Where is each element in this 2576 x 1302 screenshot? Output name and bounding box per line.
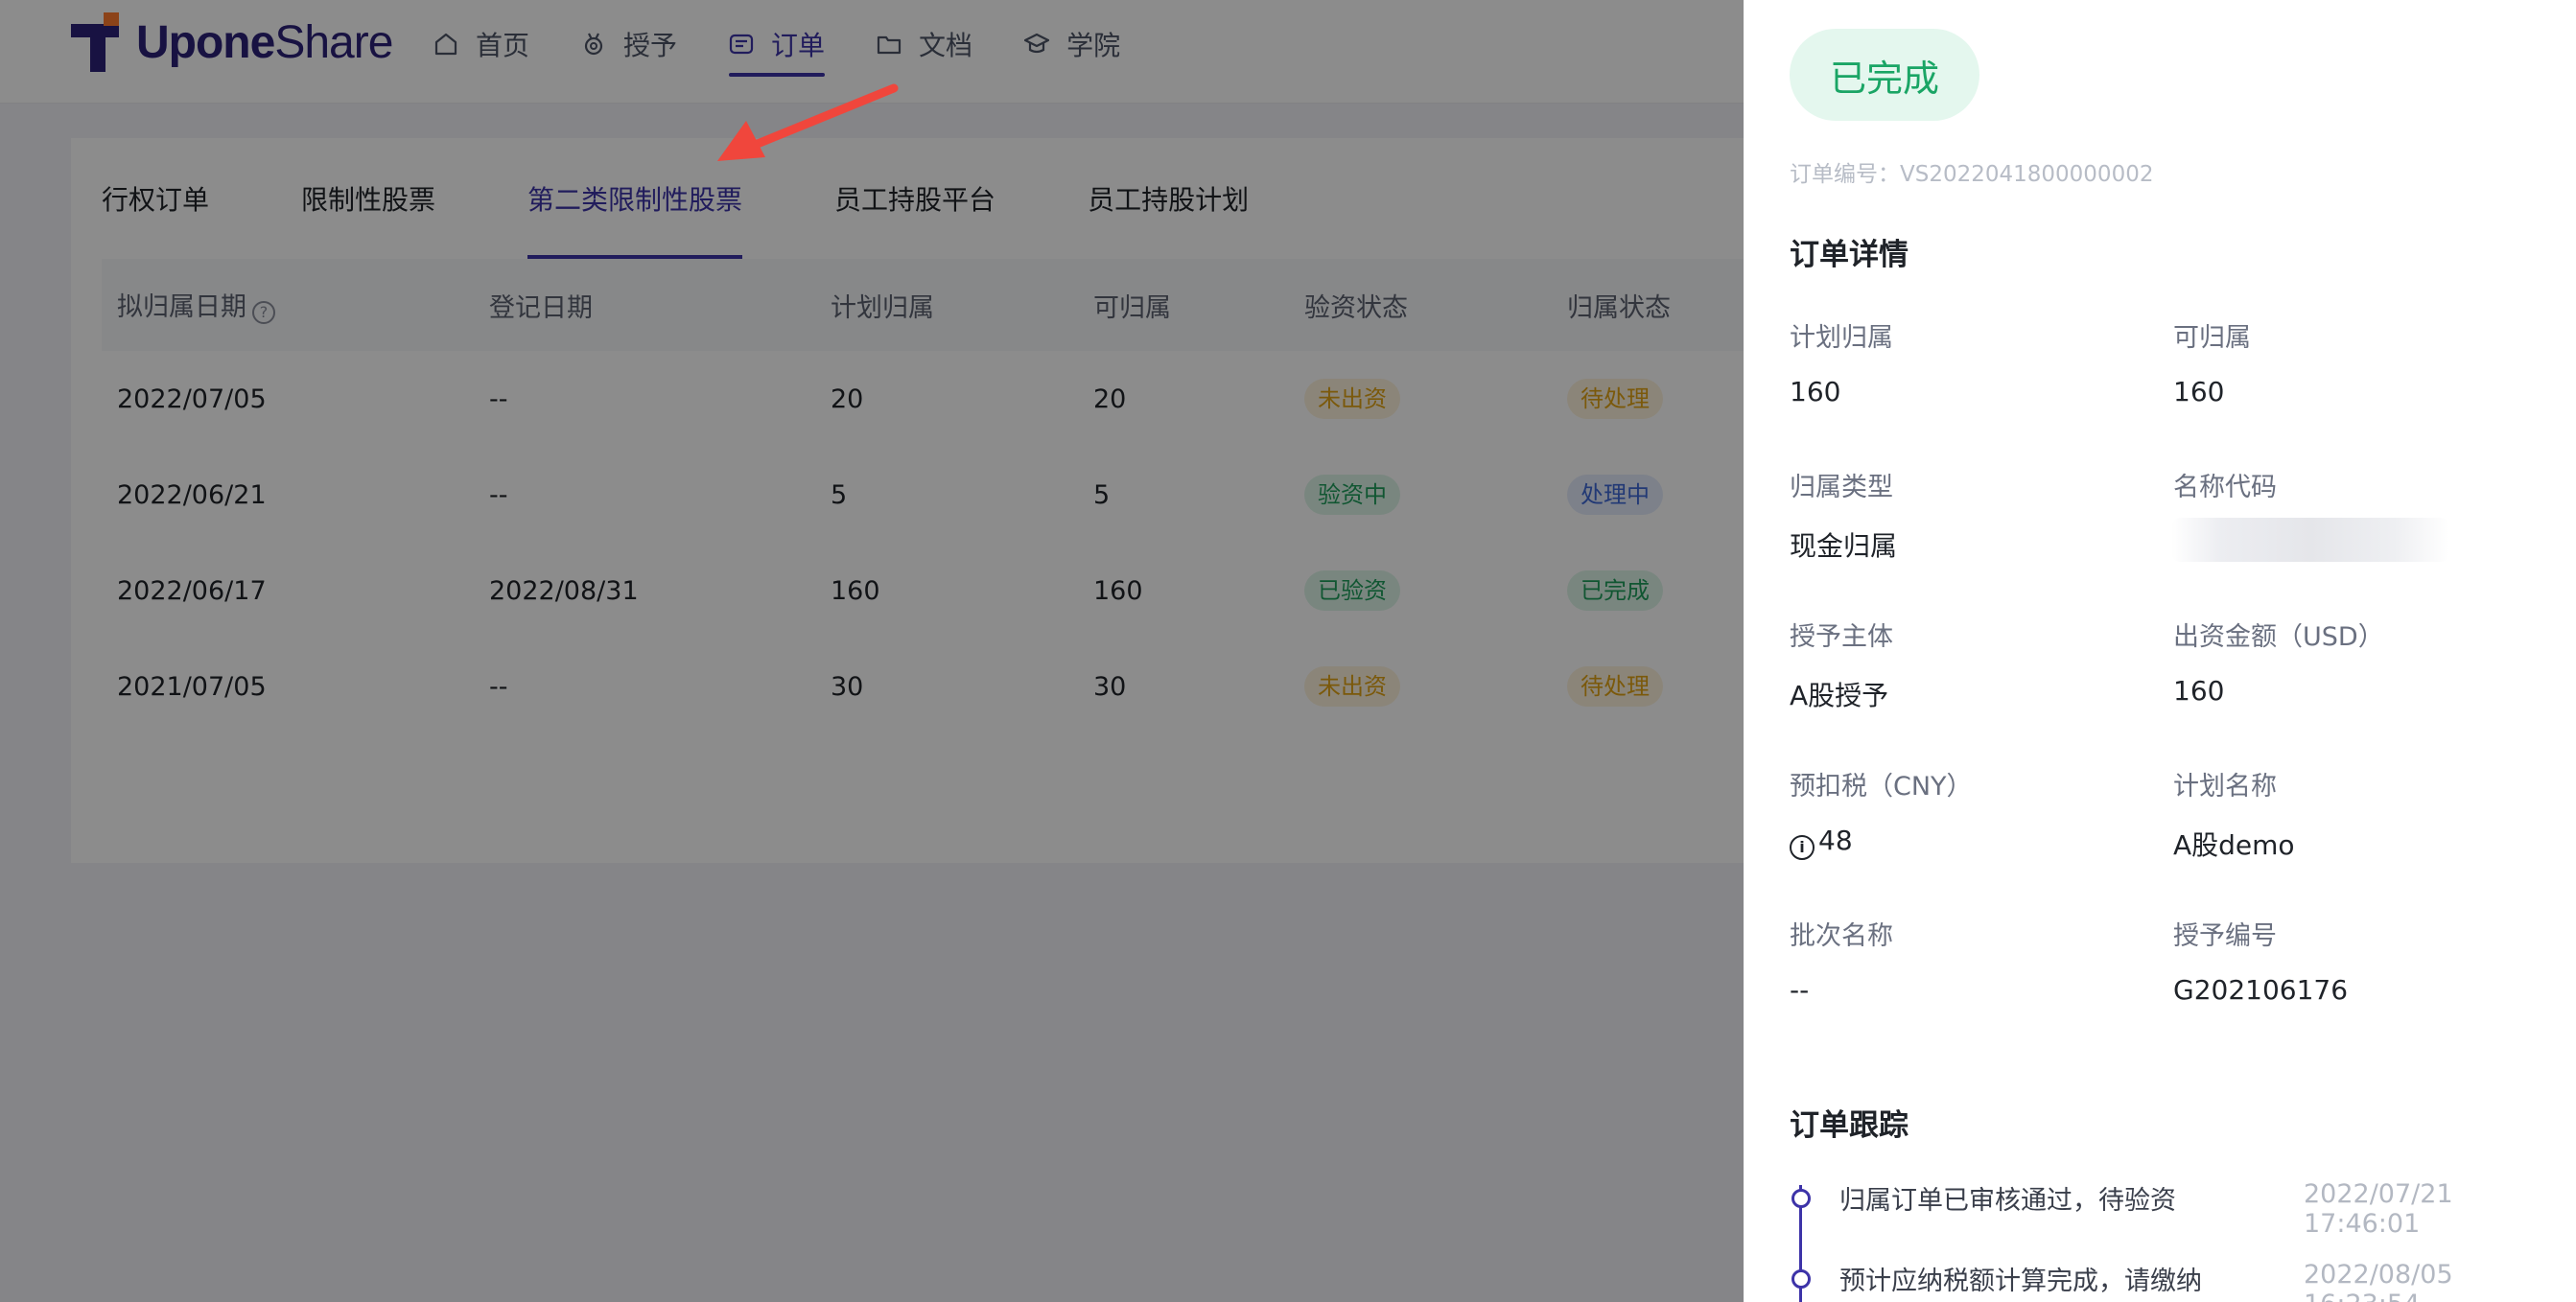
field-label: 名称代码 [2173, 473, 2277, 502]
field-label: 计划归属 [1790, 323, 1893, 353]
field-label: 归属类型 [1790, 473, 1893, 502]
field-label: 授予编号 [2173, 921, 2277, 951]
timeline-time: 2022/07/21 17:46:01 [2304, 1179, 2453, 1239]
field-label: 批次名称 [1790, 921, 1893, 951]
field-label: 计划名称 [2173, 772, 2277, 802]
field-label: 可归属 [2173, 323, 2251, 353]
field-label: 授予主体 [1790, 622, 1893, 652]
order-number: 订单编号：VS2022041800000002 [1790, 162, 2154, 187]
timeline-time: 2022/08/05 16:23:54 [2304, 1260, 2453, 1302]
field-value: A股demo [2173, 829, 2295, 861]
field-value: A股授予 [1790, 680, 1889, 711]
order-detail-drawer: 已完成 订单编号：VS2022041800000002 订单详情 计划归属 16… [1744, 0, 2576, 1302]
modal-mask[interactable] [0, 0, 1744, 1302]
field-value: 160 [2173, 376, 2225, 407]
timeline-event: 预计应纳税额计算完成，请缴纳 [1839, 1267, 2202, 1296]
order-status-badge: 已完成 [1790, 29, 1979, 121]
order-details-title: 订单详情 [1790, 238, 1909, 272]
field-value: i 48 [1790, 825, 1853, 860]
field-value: G202106176 [2173, 974, 2349, 1006]
field-label: 预扣税（CNY） [1790, 772, 1973, 802]
annotation-arrow-icon [717, 83, 899, 161]
field-label: 出资金额（USD） [2173, 622, 2384, 652]
order-tracking-title: 订单跟踪 [1790, 1108, 1909, 1143]
timeline-dot [1791, 1189, 1811, 1208]
timeline-dot [1791, 1269, 1811, 1289]
timeline-event: 归属订单已审核通过，待验资 [1839, 1186, 2176, 1216]
field-value: 160 [1790, 376, 1841, 407]
field-value: 现金归属 [1790, 530, 1898, 562]
redacted-value [2171, 518, 2449, 562]
field-value: 160 [2173, 675, 2225, 707]
info-icon[interactable]: i [1790, 835, 1815, 860]
field-value: -- [1790, 974, 1810, 1006]
order-timeline: 归属订单已审核通过，待验资 2022/07/21 17:46:01 预计应纳税额… [1790, 1166, 2576, 1302]
